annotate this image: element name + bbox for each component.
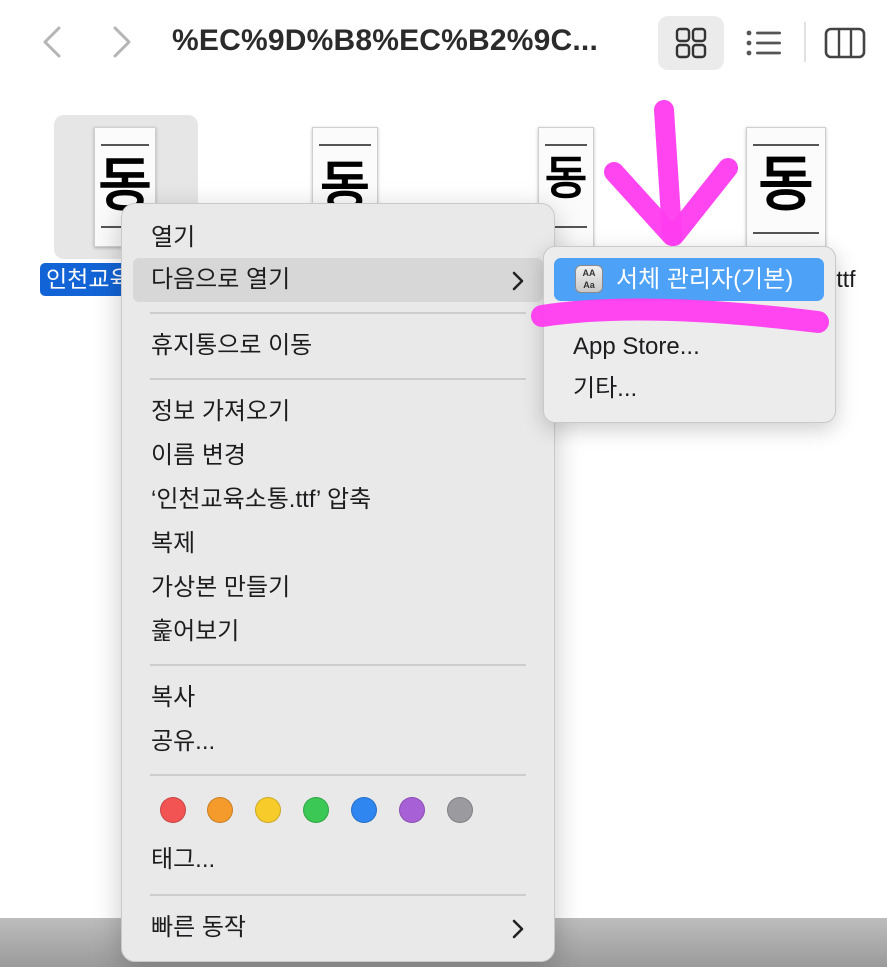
toolbar-divider: [804, 22, 806, 62]
tag-purple[interactable]: [399, 797, 425, 823]
submenu-item-label: 서체 관리자(기본): [616, 266, 794, 293]
menu-item-rename[interactable]: 이름 변경: [133, 434, 543, 478]
menu-item-duplicate[interactable]: 복제: [133, 522, 543, 566]
menu-item-open[interactable]: 열기: [133, 216, 543, 260]
chevron-right-icon: [512, 271, 524, 291]
menu-item-copy[interactable]: 복사: [133, 676, 543, 720]
back-button[interactable]: [32, 22, 72, 62]
menu-item-share[interactable]: 공유...: [133, 720, 543, 764]
tag-red[interactable]: [160, 797, 186, 823]
menu-item-tags[interactable]: 태그...: [133, 838, 543, 882]
open-with-submenu: AA Aa 서체 관리자(기본) App Store... 기타...: [543, 246, 836, 423]
file-icon[interactable]: 동: [746, 127, 826, 247]
list-view-button[interactable]: [731, 16, 797, 70]
tag-yellow[interactable]: [255, 797, 281, 823]
menu-separator: [150, 378, 526, 380]
context-menu: 열기 다음으로 열기 휴지통으로 이동 정보 가져오기 이름 변경 ‘인천교육소…: [121, 203, 555, 962]
menu-item-quick-look[interactable]: 훑어보기: [133, 610, 543, 654]
grid-view-icon: [675, 27, 707, 59]
finder-toolbar: %EC%9D%B8%EC%B2%9C...: [0, 0, 887, 86]
menu-item-quick-actions[interactable]: 빠른 동작: [133, 906, 543, 950]
window-title: %EC%9D%B8%EC%B2%9C...: [172, 24, 599, 57]
annotation-arrow-down-icon: [604, 100, 738, 246]
menu-item-move-to-trash[interactable]: 휴지통으로 이동: [133, 324, 543, 368]
icon-view-button[interactable]: [658, 16, 724, 70]
column-view-icon: [824, 27, 866, 59]
selected-file-name[interactable]: 인천교육: [40, 263, 132, 296]
font-book-app-icon: AA Aa: [575, 265, 603, 293]
submenu-item-app-store[interactable]: App Store...: [554, 325, 824, 368]
menu-item-make-alias[interactable]: 가상본 만들기: [133, 566, 543, 610]
menu-item-get-info[interactable]: 정보 가져오기: [133, 390, 543, 434]
submenu-item-other[interactable]: 기타...: [554, 367, 824, 410]
menu-separator: [150, 774, 526, 776]
font-glyph-preview: 동: [758, 150, 814, 220]
menu-item-label: 다음으로 열기: [151, 266, 291, 293]
chevron-right-icon: [512, 919, 524, 939]
chevron-left-icon: [43, 26, 61, 58]
forward-button[interactable]: [102, 22, 142, 62]
menu-separator: [150, 664, 526, 666]
tag-blue[interactable]: [351, 797, 377, 823]
menu-separator: [150, 312, 526, 314]
submenu-item-font-book[interactable]: AA Aa 서체 관리자(기본): [554, 258, 824, 301]
tag-orange[interactable]: [207, 797, 233, 823]
column-view-button[interactable]: [812, 16, 878, 70]
menu-item-compress[interactable]: ‘인천교육소통.ttf’ 압축: [133, 478, 543, 522]
font-file-icon: 동: [746, 127, 826, 247]
tag-green[interactable]: [303, 797, 329, 823]
chevron-right-icon: [113, 26, 131, 58]
list-view-icon: [746, 30, 781, 56]
font-glyph-preview: 동: [544, 151, 588, 205]
menu-item-open-with[interactable]: 다음으로 열기: [133, 258, 543, 302]
menu-separator: [150, 894, 526, 896]
menu-item-label: 빠른 동작: [151, 914, 246, 941]
tag-gray[interactable]: [447, 797, 473, 823]
